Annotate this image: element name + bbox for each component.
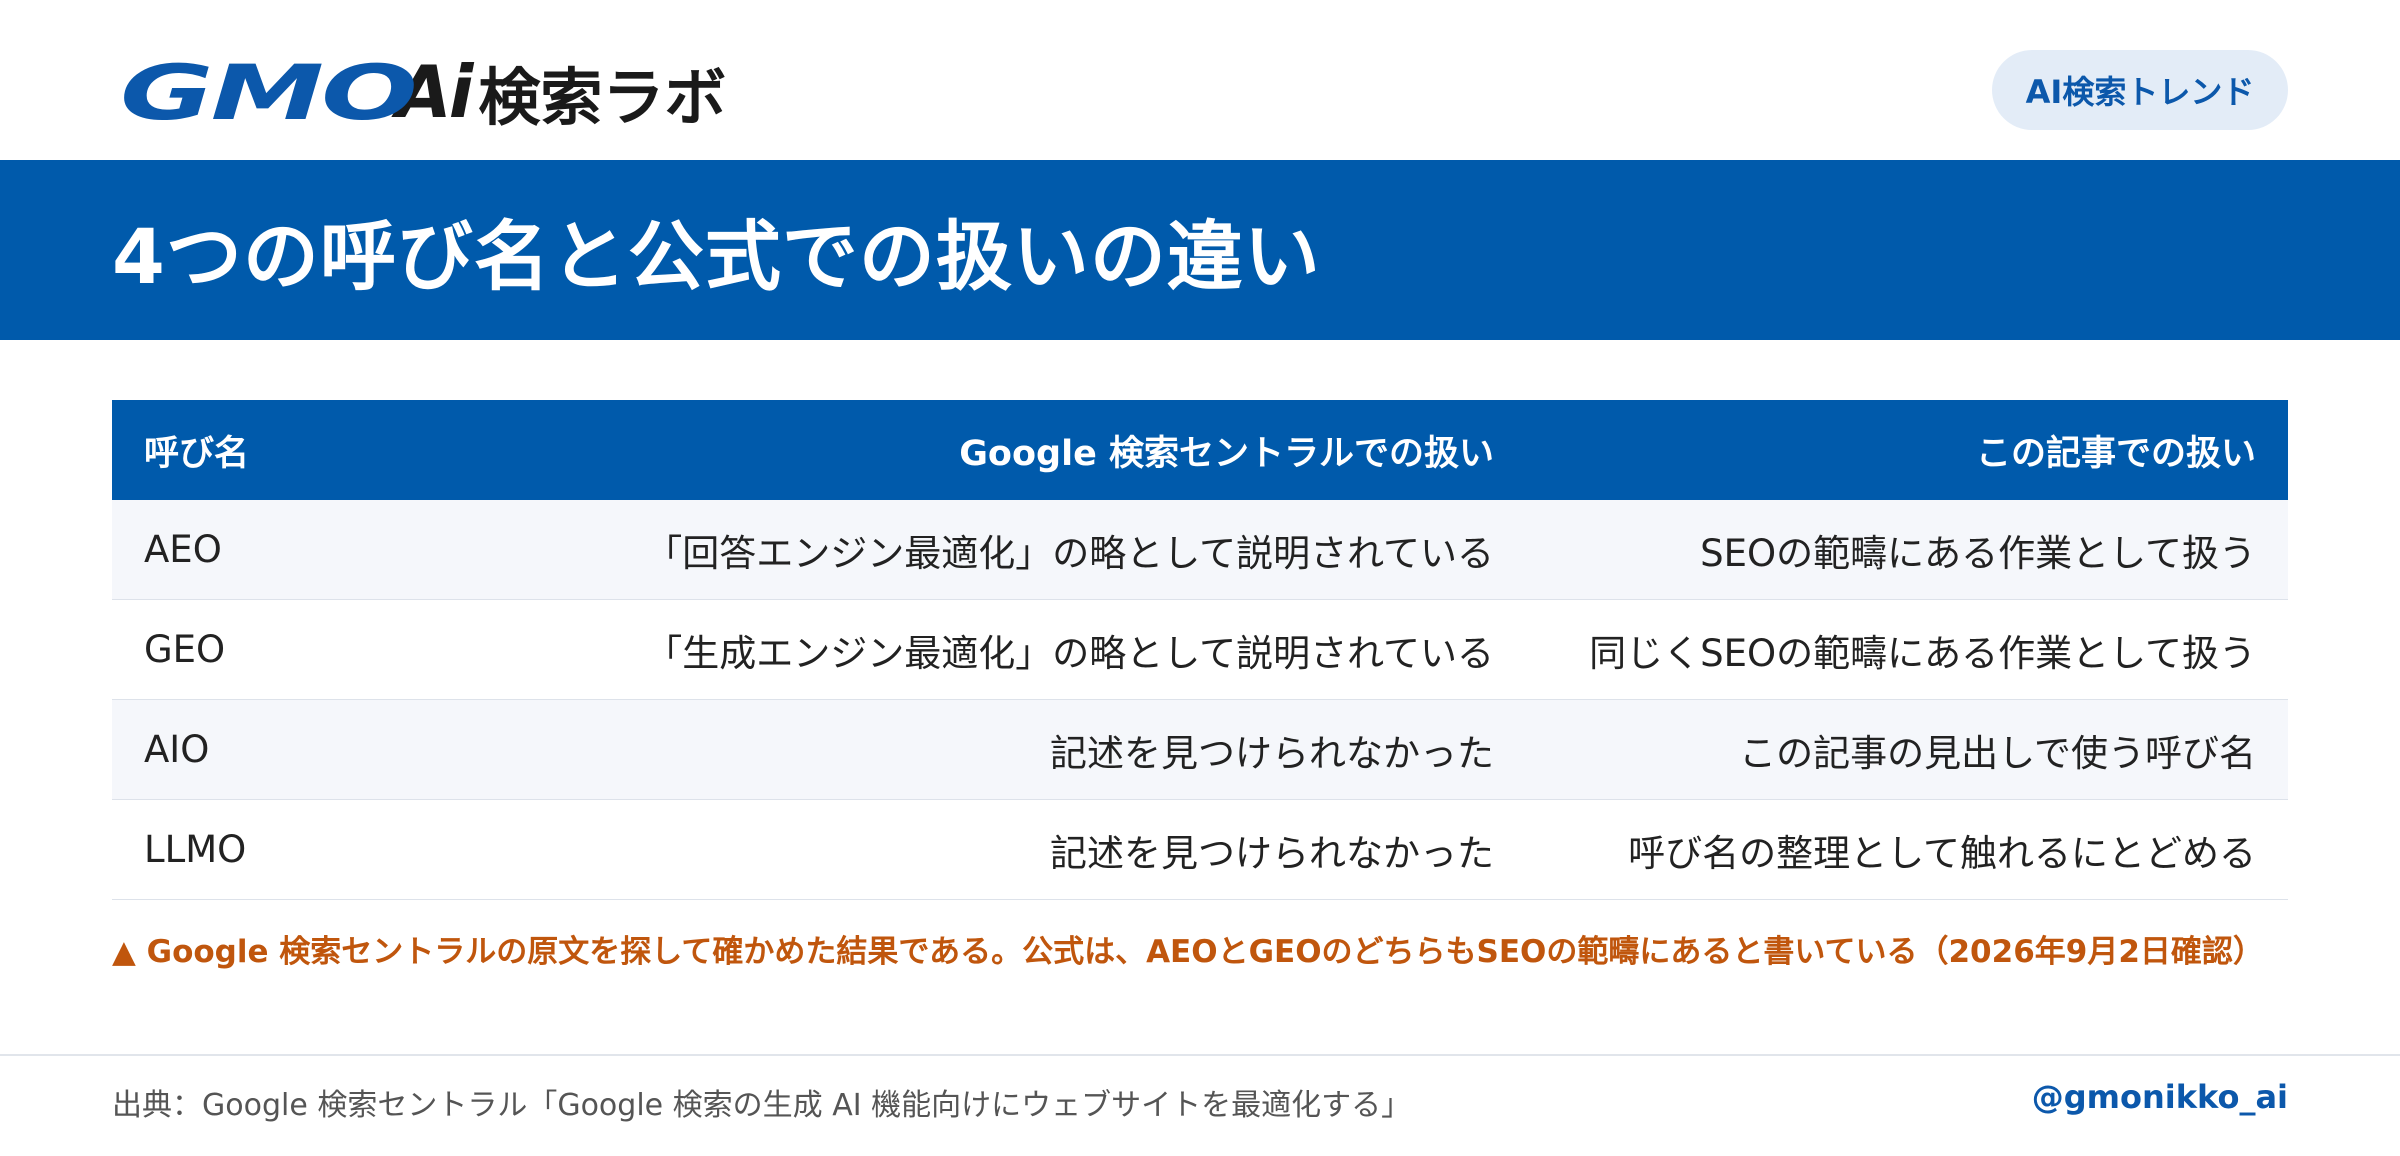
cell-name: GEO [144,628,226,671]
cell-name: AIO [144,728,210,771]
cell-google: 「生成エンジン最適化」の略として説明されている [645,631,1494,675]
column-header-name: 呼び名 [144,433,250,474]
logo-brand: GMO [120,47,418,137]
page: GMO Ai 検索ラボ AI検索トレンド 4つの呼び名と公式での扱いの違い 呼び… [0,0,2400,1156]
category-badge: AI検索トレンド [1992,50,2288,130]
title-band: 4つの呼び名と公式での扱いの違い [0,160,2400,340]
cell-google: 「回答エンジン最適化」の略として説明されている [645,531,1494,575]
header: GMO Ai 検索ラボ AI検索トレンド [0,0,2400,160]
author-handle[interactable]: @gmonikko_ai [2032,1078,2288,1116]
table-header: 呼び名 Google 検索セントラルでの扱い この記事での扱い [112,400,2288,500]
cell-google: 記述を見つけられなかった [1050,831,1494,875]
column-header-google: Google 検索セントラルでの扱い [959,433,1494,474]
verification-note: ▲ Google 検索セントラルの原文を探して確かめた結果である。公式は、AEO… [112,934,2264,970]
comparison-table: 呼び名 Google 検索セントラルでの扱い この記事での扱い AEO 「回答エ… [112,400,2288,900]
cell-name: AEO [144,528,222,571]
table-row: AIO 記述を見つけられなかった この記事の見出しで使う呼び名 [112,700,2288,800]
gmo-ai-search-lab-logo: GMO Ai 検索ラボ [120,48,726,137]
footer-divider [0,1054,2400,1056]
page-title: 4つの呼び名と公式での扱いの違い [112,212,1321,301]
table-row: LLMO 記述を見つけられなかった 呼び名の整理として触れるにとどめる [112,800,2288,900]
cell-name: LLMO [144,828,247,871]
source-citation: 出典：Google 検索セントラル「Google 検索の生成 AI 機能向けにウ… [112,1088,1412,1123]
cell-article: この記事の見出しで使う呼び名 [1739,731,2256,775]
column-header-article: この記事での扱い [1975,433,2256,474]
cell-article: 同じくSEOの範疇にある作業として扱う [1589,631,2256,675]
table-row: GEO 「生成エンジン最適化」の略として説明されている 同じくSEOの範疇にある… [112,600,2288,700]
cell-article: 呼び名の整理として触れるにとどめる [1628,831,2256,875]
cell-article: SEOの範疇にある作業として扱う [1700,531,2256,575]
cell-google: 記述を見つけられなかった [1050,731,1494,775]
table-row: AEO 「回答エンジン最適化」の略として説明されている SEOの範疇にある作業と… [112,500,2288,600]
